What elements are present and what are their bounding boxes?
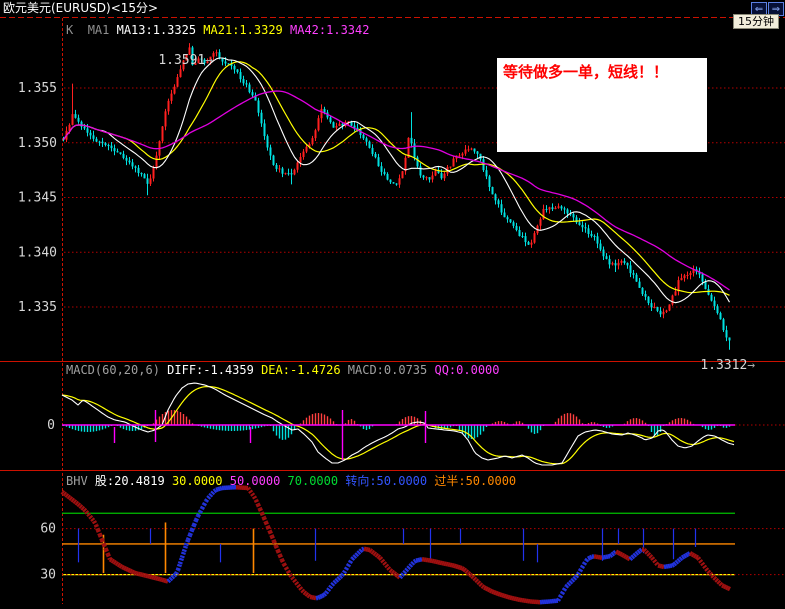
- legend-item: MACD(60,20,6): [66, 363, 167, 377]
- legend-item: MACD:0.0735: [348, 363, 435, 377]
- price-axis-label: 1.350: [18, 136, 57, 151]
- annotation-box: 等待做多一单，短线！！: [497, 58, 707, 152]
- price-axis-label: 1.335: [18, 300, 57, 315]
- legend-item: 转向:50.0000: [345, 474, 434, 488]
- macd-legend: MACD(60,20,6) DIFF:-1.4359 DEA:-1.4726 M…: [66, 364, 500, 377]
- title-bar: 欧元美元(EURUSD)<15分>: [0, 0, 785, 17]
- timeframe-badge[interactable]: 15分钟: [733, 14, 779, 29]
- macd-zero-label: 0: [47, 418, 55, 433]
- legend-item: DIFF:-1.4359: [167, 363, 261, 377]
- annotation-text: 等待做多一单，短线！！: [503, 63, 668, 81]
- low-price-label: 1.3312→: [669, 343, 755, 388]
- trading-app-window: 1.355 1.350 1.345 1.340 1.335 0 60 30 欧元美元(EURU…: [0, 0, 785, 609]
- bhv-axis-label: 60: [40, 522, 56, 537]
- bhv-legend: BHV 股:20.4819 30.0000 50.0000 70.0000 转向…: [66, 475, 516, 488]
- price-legend: K MA1 MA13:1.3325 MA21:1.3329 MA42:1.334…: [66, 24, 369, 37]
- legend-item: 30.0000: [172, 474, 230, 488]
- legend-item: DEA:-1.4726: [261, 363, 348, 377]
- legend-item: 70.0000: [288, 474, 346, 488]
- arrow-right-icon: ⇒: [772, 4, 780, 15]
- price-axis-label: 1.345: [18, 191, 57, 206]
- legend-item: 50.0000: [230, 474, 288, 488]
- legend-item: K: [66, 23, 88, 37]
- legend-item: BHV: [66, 474, 95, 488]
- price-axis-label: 1.355: [18, 81, 57, 96]
- high-price-label: 1.3591→: [127, 38, 213, 83]
- right-arrow-icon: →: [205, 53, 213, 68]
- page-title: 欧元美元(EURUSD)<15分>: [3, 2, 158, 15]
- legend-item: QQ:0.0000: [434, 363, 499, 377]
- legend-item: MA1: [88, 23, 117, 37]
- bhv-axis-label: 30: [40, 568, 56, 583]
- bhv-chart[interactable]: 60 30: [40, 487, 785, 602]
- legend-item: 股:20.4819: [95, 474, 172, 488]
- legend-item: MA21:1.3329: [203, 23, 290, 37]
- macd-chart[interactable]: 0: [47, 383, 785, 465]
- price-axis-label: 1.340: [18, 245, 57, 260]
- right-arrow-icon: →: [747, 358, 755, 373]
- legend-item: MA42:1.3342: [290, 23, 369, 37]
- legend-item: 过半:50.0000: [434, 474, 516, 488]
- arrow-left-icon: ⇐: [755, 4, 763, 15]
- legend-item: MA13:1.3325: [117, 23, 204, 37]
